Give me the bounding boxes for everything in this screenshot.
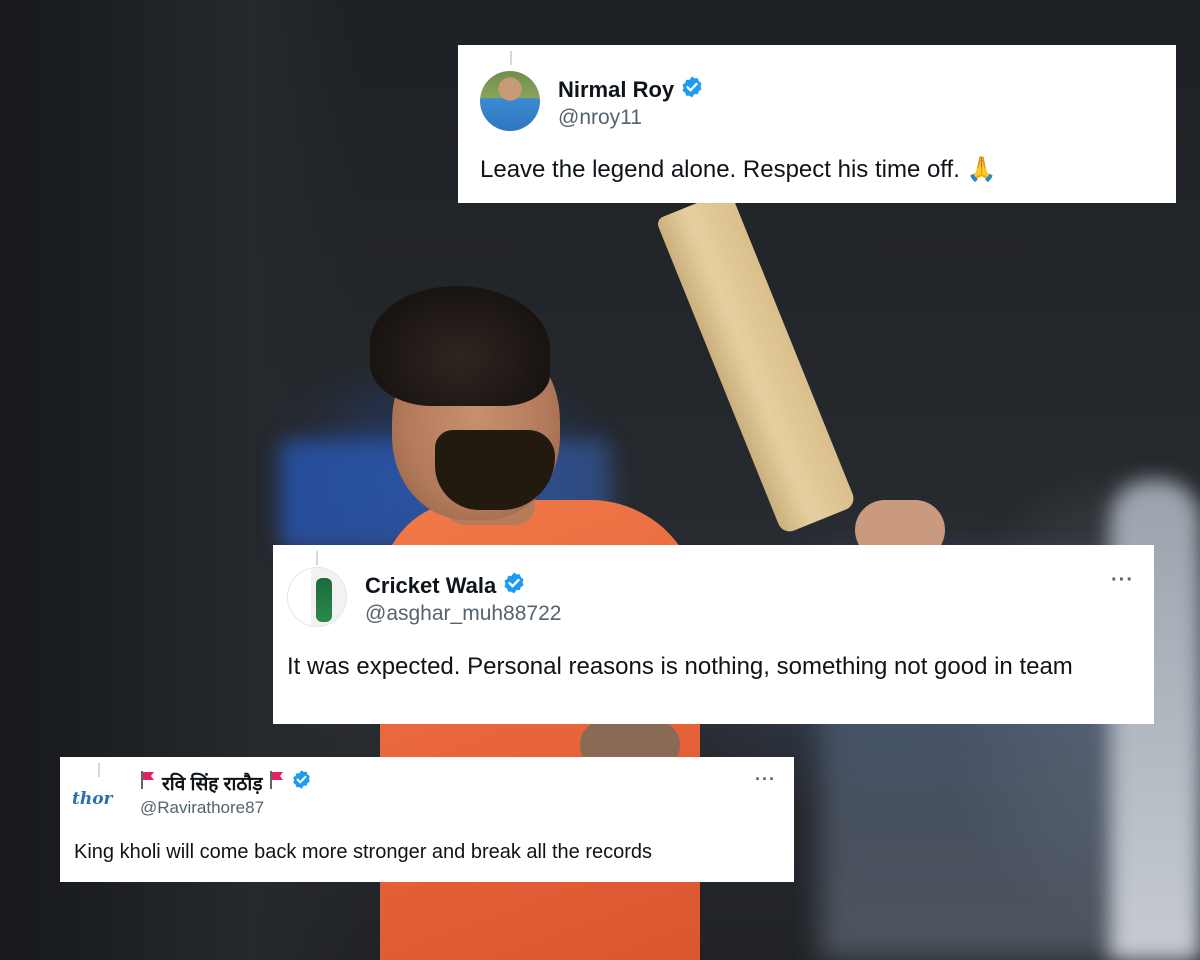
avatar[interactable] <box>480 71 540 131</box>
thread-line <box>316 551 318 565</box>
verified-badge-icon <box>680 75 704 105</box>
author-name[interactable]: रवि सिंह राठौड़ <box>162 770 263 796</box>
avatar-logo-text: thor <box>72 789 113 809</box>
tweet-card-cricket-wala[interactable]: Cricket Wala @asghar_muh88722 ··· It was… <box>273 545 1154 724</box>
tweet-card-nirmal-roy[interactable]: Nirmal Roy @nroy11 Leave the legend alon… <box>458 45 1176 203</box>
red-flag-icon <box>269 770 285 796</box>
thread-line <box>510 51 512 65</box>
author-name[interactable]: Nirmal Roy <box>558 77 674 103</box>
author-name[interactable]: Cricket Wala <box>365 573 496 599</box>
cricketer-figure <box>316 578 332 622</box>
tweet-card-ravi-rathore[interactable]: thor रवि सिंह राठौड़ @Ravirathore87 ··· … <box>60 757 794 882</box>
cricket-bat <box>655 189 858 535</box>
verified-badge-icon <box>502 571 526 601</box>
author-handle[interactable]: @asghar_muh88722 <box>365 602 561 626</box>
thread-line <box>98 763 100 777</box>
folded-hands-icon: 🙏 <box>966 156 997 183</box>
tweet-text: It was expected. Personal reasons is not… <box>287 653 1073 680</box>
avatar[interactable]: thor <box>70 779 126 823</box>
author-handle[interactable]: @Ravirathore87 <box>140 798 264 818</box>
tweet-text: Leave the legend alone. Respect his time… <box>480 156 997 183</box>
verified-badge-icon <box>291 769 312 796</box>
player-hair <box>370 286 550 406</box>
author-row: Nirmal Roy <box>558 75 704 105</box>
more-options-icon[interactable]: ··· <box>755 769 776 790</box>
more-options-icon[interactable]: ··· <box>1111 569 1134 592</box>
tweet-text: King kholi will come back more stronger … <box>74 841 653 863</box>
author-row: रवि सिंह राठौड़ <box>140 769 312 796</box>
avatar[interactable] <box>287 567 347 627</box>
author-row: Cricket Wala <box>365 571 526 601</box>
author-handle[interactable]: @nroy11 <box>558 106 642 130</box>
red-flag-icon <box>140 770 156 796</box>
